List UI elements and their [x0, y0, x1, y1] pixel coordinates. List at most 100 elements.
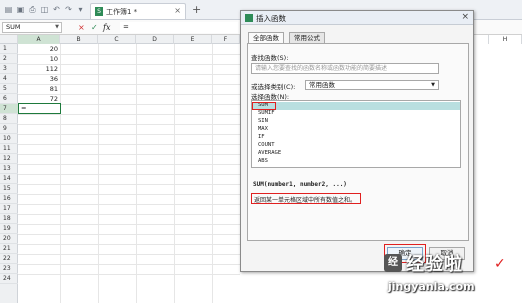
cell-a5[interactable]: 81 — [18, 84, 60, 94]
gridline — [18, 244, 240, 245]
row-header[interactable]: 6 — [0, 94, 18, 104]
dropdown-icon[interactable]: ▾ — [76, 5, 85, 14]
active-cell-value: = — [21, 104, 27, 112]
new-tab-button[interactable]: + — [192, 3, 201, 16]
gridline — [18, 184, 240, 185]
close-tab-icon[interactable]: × — [174, 6, 181, 15]
name-box-value: SUM — [6, 23, 21, 31]
name-box[interactable]: SUM ▼ — [2, 22, 62, 33]
gridline — [18, 254, 240, 255]
column-header-a[interactable]: A — [18, 35, 60, 44]
undo-icon[interactable]: ↶ — [52, 5, 61, 14]
row-header[interactable]: 5 — [0, 84, 18, 94]
column-header-b[interactable]: B — [60, 35, 98, 44]
save-icon[interactable]: ▣ — [16, 5, 25, 14]
column-header-bar: A B C D E F — [0, 35, 240, 44]
row-header[interactable]: 22 — [0, 254, 18, 264]
cell-a2[interactable]: 10 — [18, 54, 60, 64]
document-tab[interactable]: S 工作簿1 * × — [90, 3, 186, 19]
redo-icon[interactable]: ↷ — [64, 5, 73, 14]
column-header-e[interactable]: E — [174, 35, 212, 44]
confirm-formula-icon[interactable]: ✓ — [91, 22, 98, 33]
row-header[interactable]: 20 — [0, 234, 18, 244]
row-header[interactable]: 7 — [0, 104, 18, 114]
cell-a3[interactable]: 112 — [18, 64, 60, 74]
watermark-title: 经验啦 — [406, 254, 463, 275]
preview-icon[interactable]: ◫ — [40, 5, 49, 14]
gridline — [18, 134, 240, 135]
formula-input[interactable]: = — [120, 22, 238, 33]
gridline — [18, 204, 240, 205]
app-menu-icon[interactable]: ▤ — [4, 5, 13, 14]
active-cell-a7[interactable]: = — [18, 103, 61, 114]
cancel-formula-icon[interactable]: × — [78, 22, 85, 33]
cell-a1[interactable]: 20 — [18, 44, 60, 54]
row-header[interactable]: 16 — [0, 194, 18, 204]
row-header[interactable]: 23 — [0, 264, 18, 274]
row-header[interactable]: 10 — [0, 134, 18, 144]
insert-function-dialog: 插入函数 × 全部函数 常用公式 查找函数(S): 请输入您要查找的函数名称或函… — [240, 10, 474, 272]
function-item-max[interactable]: MAX — [252, 126, 460, 134]
category-label: 或选择类别(C): — [251, 83, 296, 91]
column-header-h[interactable]: H — [488, 35, 522, 44]
function-item-sum[interactable]: SUM — [252, 102, 460, 110]
row-header[interactable]: 19 — [0, 224, 18, 234]
function-signature: SUM(number1, number2, ...) — [253, 181, 347, 188]
chevron-down-icon[interactable]: ▼ — [431, 81, 435, 89]
row-header[interactable]: 21 — [0, 244, 18, 254]
worksheet-grid[interactable]: A B C D E F 1 2 3 4 5 6 7 8 9 10 11 12 1… — [0, 35, 240, 303]
dialog-title: 插入函数 — [256, 14, 286, 23]
row-header[interactable]: 4 — [0, 74, 18, 84]
watermark-url: jingyanla.com — [388, 280, 475, 293]
close-icon[interactable]: × — [461, 12, 469, 22]
row-header[interactable]: 13 — [0, 164, 18, 174]
row-header[interactable]: 3 — [0, 64, 18, 74]
gridline — [18, 164, 240, 165]
row-header[interactable]: 15 — [0, 184, 18, 194]
function-item-average[interactable]: AVERAGE — [252, 150, 460, 158]
category-select-value: 常用函数 — [309, 81, 335, 89]
gridline — [18, 154, 240, 155]
row-header[interactable]: 2 — [0, 54, 18, 64]
search-input[interactable]: 请输入您要查找的函数名称或函数功能的简要描述 — [251, 63, 439, 74]
row-header[interactable]: 17 — [0, 204, 18, 214]
column-header-d[interactable]: D — [136, 35, 174, 44]
gridline — [18, 224, 240, 225]
gridline — [18, 234, 240, 235]
row-header[interactable]: 9 — [0, 124, 18, 134]
function-item-count[interactable]: COUNT — [252, 142, 460, 150]
cell-a4[interactable]: 36 — [18, 74, 60, 84]
gridline — [18, 124, 240, 125]
row-header[interactable]: 11 — [0, 144, 18, 154]
function-item-abs[interactable]: ABS — [252, 158, 460, 166]
insert-function-icon[interactable]: fx — [103, 22, 110, 33]
row-header[interactable]: 14 — [0, 174, 18, 184]
dialog-title-bar[interactable]: 插入函数 × — [241, 11, 473, 25]
row-header[interactable]: 24 — [0, 274, 18, 284]
row-header[interactable]: 18 — [0, 214, 18, 224]
function-description-highlight: 返回某一单元格区域中所有数值之和。 — [251, 193, 361, 204]
function-item-sumif[interactable]: SUMIF — [252, 110, 460, 118]
gridline — [18, 114, 240, 115]
watermark: 经 经验啦 ✓ jingyanla.com — [382, 252, 522, 303]
function-item-if[interactable]: IF — [252, 134, 460, 142]
print-icon[interactable]: ⎙ — [28, 5, 37, 14]
gridline — [18, 144, 240, 145]
row-header[interactable]: 12 — [0, 154, 18, 164]
row-header-bar: 1 2 3 4 5 6 7 8 9 10 11 12 13 14 15 16 1… — [0, 44, 18, 303]
chevron-down-icon[interactable]: ▼ — [55, 23, 59, 32]
gridline — [18, 274, 240, 275]
gridline — [18, 264, 240, 265]
document-tab-label: 工作簿1 * — [106, 8, 138, 16]
category-select[interactable]: 常用函数 ▼ — [305, 80, 439, 90]
tab-common-formulas[interactable]: 常用公式 — [289, 32, 325, 43]
watermark-badge: 经 — [384, 254, 402, 272]
column-header-c[interactable]: C — [98, 35, 136, 44]
function-list[interactable]: SUM SUMIF SIN MAX IF COUNT AVERAGE ABS — [251, 100, 461, 168]
row-header[interactable]: 8 — [0, 114, 18, 124]
spreadsheet-icon: S — [95, 7, 103, 16]
column-header-f[interactable]: F — [212, 35, 240, 44]
row-header[interactable]: 1 — [0, 44, 18, 54]
select-all-corner[interactable] — [0, 35, 18, 44]
function-item-sin[interactable]: SIN — [252, 118, 460, 126]
